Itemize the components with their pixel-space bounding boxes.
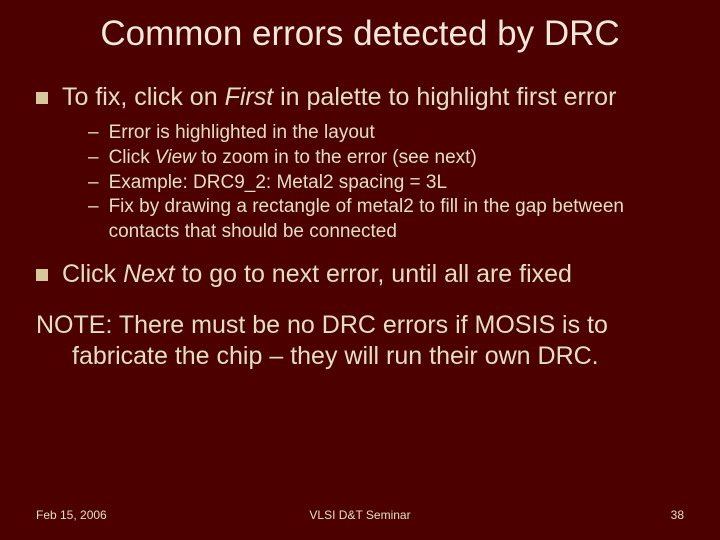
- sub-text: Click View to zoom in to the error (see …: [109, 146, 477, 171]
- note-text: NOTE: There must be no DRC errors if MOS…: [36, 310, 684, 373]
- footer-center: VLSI D&T Seminar: [309, 508, 410, 522]
- sub-list: – Error is highlighted in the layout – C…: [88, 121, 684, 244]
- square-bullet-icon: [36, 92, 48, 104]
- square-bullet-icon: [36, 269, 48, 281]
- sub-text: Example: DRC9_2: Metal2 spacing = 3L: [109, 171, 447, 196]
- slide-footer: Feb 15, 2006 VLSI D&T Seminar 38: [0, 508, 720, 522]
- sub-text: Fix by drawing a rectangle of metal2 to …: [109, 195, 684, 244]
- dash-bullet-icon: –: [88, 146, 99, 171]
- dash-bullet-icon: –: [88, 171, 99, 196]
- sub-item: – Example: DRC9_2: Metal2 spacing = 3L: [88, 171, 684, 196]
- sub-text: Error is highlighted in the layout: [109, 121, 375, 146]
- sub-item: – Error is highlighted in the layout: [88, 121, 684, 146]
- footer-page: 38: [671, 508, 684, 522]
- dash-bullet-icon: –: [88, 121, 99, 146]
- footer-date: Feb 15, 2006: [36, 508, 107, 522]
- dash-bullet-icon: –: [88, 195, 99, 220]
- slide-title: Common errors detected by DRC: [0, 0, 720, 82]
- bullet-text: To fix, click on First in palette to hig…: [62, 82, 616, 113]
- slide-content: To fix, click on First in palette to hig…: [0, 82, 720, 290]
- bullet-text: Click Next to go to next error, until al…: [62, 259, 572, 290]
- sub-item: – Click View to zoom in to the error (se…: [88, 146, 684, 171]
- bullet-item: To fix, click on First in palette to hig…: [36, 82, 684, 113]
- bullet-item: Click Next to go to next error, until al…: [36, 259, 684, 290]
- sub-item: – Fix by drawing a rectangle of metal2 t…: [88, 195, 684, 244]
